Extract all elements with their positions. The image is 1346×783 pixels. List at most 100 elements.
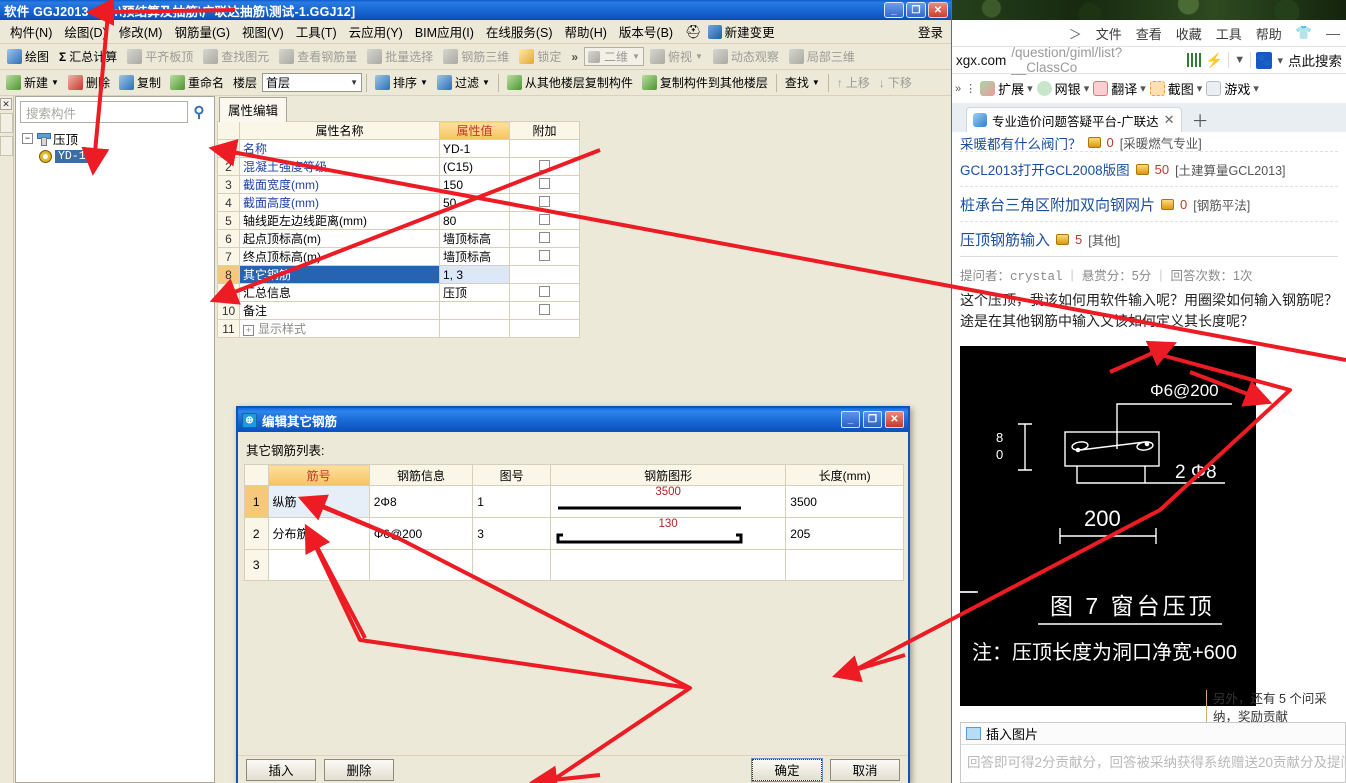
toolbar-rebar-3d[interactable]: 钢筋三维	[439, 46, 513, 67]
property-value[interactable]: 80	[439, 211, 510, 230]
bar-name-cell[interactable]: 分布筋	[267, 517, 370, 550]
question-title[interactable]: 压顶钢筋输入	[960, 229, 1050, 250]
toolbar-find[interactable]: 查找 ▼	[781, 72, 824, 93]
new-change-button[interactable]: 新建变更	[707, 22, 775, 41]
bar-name-cell[interactable]: 纵筋	[267, 485, 370, 518]
menu-item-component[interactable]: 构件(N)	[4, 20, 58, 43]
expand-icon[interactable]: +	[243, 325, 254, 336]
attach-checkbox[interactable]	[539, 249, 550, 261]
cancel-button[interactable]: 取消	[830, 758, 900, 781]
table-row[interactable]: 10 备注	[217, 301, 580, 320]
toolbar-lock[interactable]: 锁定	[515, 46, 565, 67]
attach-checkbox[interactable]	[539, 285, 550, 297]
menu-item-version[interactable]: 版本号(B)	[613, 20, 679, 43]
attach-checkbox[interactable]	[539, 213, 550, 225]
tab-property-editor[interactable]: 属性编辑	[219, 97, 288, 122]
question-title[interactable]: 采暖都有什么阀门？	[960, 134, 1082, 152]
attach-checkbox[interactable]	[539, 159, 550, 171]
toolbar-new[interactable]: 新建 ▼	[2, 72, 63, 93]
ok-button[interactable]: 确定	[751, 757, 823, 782]
attach-checkbox[interactable]	[539, 195, 550, 207]
toolbar-draw[interactable]: 绘图	[3, 46, 53, 67]
attach-checkbox[interactable]	[539, 303, 550, 315]
toolbar-local-3d[interactable]: 局部三维	[785, 46, 859, 67]
toolbar-view-rebar[interactable]: 查看钢筋量	[275, 46, 361, 67]
menu-item-online-service[interactable]: 在线服务(S)	[480, 20, 559, 43]
tree-node-yading[interactable]: − 压顶	[22, 129, 214, 147]
close-icon[interactable]: ✕	[885, 411, 904, 428]
toolbar-move-up[interactable]: ↑ 上移	[833, 72, 874, 93]
question-title[interactable]: GCL2013打开GCL2008版图	[960, 159, 1130, 179]
chevron-down-icon[interactable]: ▼	[1234, 54, 1245, 66]
chevron-down-icon[interactable]: ▾	[1027, 82, 1033, 95]
rebar-info-cell[interactable]: Φ6@200	[368, 517, 474, 550]
minimize-icon[interactable]: _	[841, 411, 860, 428]
browser-menu-view[interactable]: 查看	[1136, 24, 1162, 43]
property-value[interactable]: 150	[439, 175, 510, 194]
search-engine-label[interactable]: 点此搜索	[1288, 50, 1342, 70]
table-row[interactable]: 1 纵筋 2Φ8 1 3500 3500	[244, 485, 904, 518]
toolbar-copy-to-other-floor[interactable]: 复制构件到其他楼层	[638, 72, 772, 93]
close-panel-icon[interactable]: ✕	[0, 98, 12, 110]
property-value[interactable]: 压顶	[439, 283, 510, 302]
table-row[interactable]: 11 + 显示样式	[217, 319, 580, 338]
answer-textarea[interactable]: 回答即可得2分贡献分，回答被采纳获得系统赠送20贡献分及提问者悬赏	[961, 745, 1345, 777]
bookmark-screenshot[interactable]: 截图 ▾	[1149, 79, 1203, 98]
menu-item-draw[interactable]: 绘图(D)	[58, 20, 112, 43]
browser-address-bar[interactable]: xgx.com /question/giml/list?__ClassCo ⚡ …	[952, 45, 1346, 75]
toolbar-find-element[interactable]: 查找图元	[199, 46, 273, 67]
menu-item-rebar-qty[interactable]: 钢筋量(G)	[168, 20, 236, 43]
table-row[interactable]: 3 截面宽度(mm) 150	[217, 175, 580, 194]
browser-tab[interactable]: 专业造价问题答疑平台-广联达 ✕	[966, 107, 1182, 132]
chevron-down-icon[interactable]: ▾	[1084, 82, 1090, 95]
table-row[interactable]: 7 终点顶标高(m) 墙顶标高	[217, 247, 580, 266]
toolbar-move-down[interactable]: ↓ 下移	[875, 72, 916, 93]
toolbar-align-slab-top[interactable]: 平齐板顶	[123, 46, 197, 67]
chevron-down-icon[interactable]: ▾	[1197, 82, 1203, 95]
property-value[interactable]	[439, 319, 510, 338]
close-icon[interactable]: ✕	[928, 2, 948, 18]
shape-no-cell[interactable]: 3	[472, 517, 551, 550]
table-row[interactable]: 3	[244, 549, 904, 581]
chevron-right-icon[interactable]: ＞	[1069, 24, 1082, 43]
dock-slot[interactable]	[0, 136, 13, 156]
menu-item-tools[interactable]: 工具(T)	[290, 20, 343, 43]
insert-image-icon[interactable]	[966, 727, 981, 740]
table-row[interactable]: 6 起点顶标高(m) 墙顶标高	[217, 229, 580, 248]
search-input[interactable]: 搜索构件	[20, 101, 188, 123]
app-window-controls[interactable]: _ ❐ ✕	[884, 2, 948, 18]
search-icon[interactable]: ⚲	[188, 103, 210, 121]
menu-item-help[interactable]: 帮助(H)	[559, 20, 613, 43]
overflow-icon[interactable]: »	[955, 83, 961, 95]
list-item[interactable]: 采暖都有什么阀门？ 0 [采暖燃气专业]	[960, 134, 1338, 152]
toolbar-topview[interactable]: 俯视 ▼	[646, 46, 707, 67]
lightning-icon[interactable]: ⚡	[1206, 52, 1223, 69]
maximize-icon[interactable]: ❐	[906, 2, 926, 18]
property-value[interactable]: YD-1	[439, 139, 510, 158]
browser-menu-help[interactable]: 帮助	[1256, 24, 1282, 43]
bar-name-cell[interactable]	[267, 549, 370, 581]
list-item[interactable]: GCL2013打开GCL2008版图 50 [土建算量GCL2013]	[960, 152, 1338, 187]
shape-no-cell[interactable]	[472, 549, 551, 581]
chevron-down-icon[interactable]: ▾	[1277, 54, 1283, 67]
qr-icon[interactable]	[1187, 53, 1201, 67]
browser-menu-favorites[interactable]: 收藏	[1176, 24, 1202, 43]
toolbar-overflow-icon[interactable]: »	[567, 50, 582, 64]
login-link[interactable]: 登录	[918, 22, 943, 41]
property-value[interactable]: 墙顶标高	[439, 229, 510, 248]
toolbar-sort[interactable]: 排序 ▼	[371, 72, 432, 93]
rebar-shape-cell[interactable]: 3500	[549, 485, 787, 518]
rebar-shape-cell[interactable]	[549, 549, 787, 581]
toolbar-batch-select[interactable]: 批量选择	[363, 46, 437, 67]
table-row[interactable]: 4 截面高度(mm) 50	[217, 193, 580, 212]
question-title[interactable]: 桩承台三角区附加双向钢网片	[960, 194, 1155, 215]
property-value[interactable]: 墙顶标高	[439, 247, 510, 266]
attach-checkbox[interactable]	[539, 231, 550, 243]
table-row[interactable]: 9 汇总信息 压顶	[217, 283, 580, 302]
toolbar-orbit[interactable]: 动态观察	[709, 46, 783, 67]
browser-menu-file[interactable]: 文件	[1096, 24, 1122, 43]
list-item[interactable]: 桩承台三角区附加双向钢网片 0 [钢筋平法]	[960, 187, 1338, 222]
menu-item-bim[interactable]: BIM应用(I)	[409, 20, 480, 43]
menu-item-cloud[interactable]: 云应用(Y)	[343, 20, 409, 43]
insert-button[interactable]: 插入	[246, 758, 316, 781]
